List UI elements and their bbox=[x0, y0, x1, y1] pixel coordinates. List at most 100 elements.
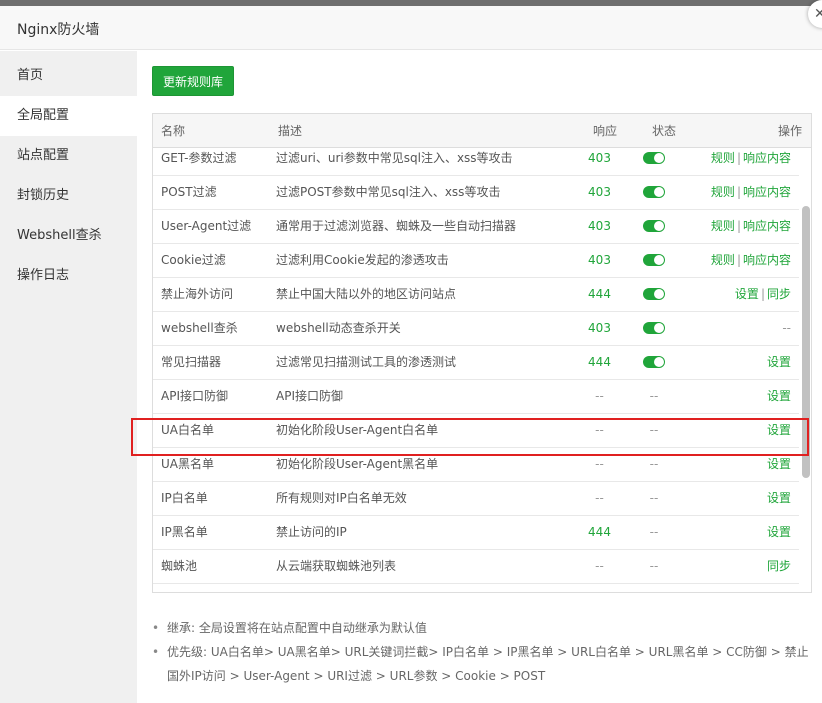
toggle-switch[interactable] bbox=[643, 288, 665, 300]
toggle-knob bbox=[654, 323, 664, 333]
toggle-switch[interactable] bbox=[643, 322, 665, 334]
status-value: -- bbox=[649, 559, 659, 573]
row-actions: -- bbox=[782, 312, 791, 345]
rule-description: 过滤常见扫描测试工具的渗透测试 bbox=[276, 355, 457, 369]
rule-description: 通常用于过滤浏览器、蜘蛛及一些自动扫描器 bbox=[276, 219, 517, 233]
no-action: -- bbox=[782, 321, 791, 335]
status-toggle[interactable] bbox=[643, 176, 665, 209]
scrollbar-track[interactable] bbox=[801, 148, 811, 592]
row-actions: 设置 bbox=[767, 482, 791, 515]
action-link[interactable]: 规则 bbox=[711, 151, 735, 165]
response-code: 403 bbox=[588, 185, 611, 199]
rule-description: 初始化阶段User-Agent白名单 bbox=[276, 423, 439, 437]
response-code: 444 bbox=[588, 287, 611, 301]
sidebar-item-5[interactable]: 操作日志 bbox=[0, 256, 137, 296]
toggle-switch[interactable] bbox=[643, 254, 665, 266]
response-code: 444 bbox=[588, 355, 611, 369]
action-link[interactable]: 同步 bbox=[767, 287, 791, 301]
table-row: API接口防御 API接口防御 -- -- 设置 bbox=[153, 380, 799, 414]
table-body: GET-参数过滤 过滤uri、uri参数中常见sql注入、xss等攻击 403 规则 |… bbox=[153, 148, 799, 592]
action-link[interactable]: 设置 bbox=[767, 491, 791, 505]
status-value: -- bbox=[649, 389, 659, 403]
toggle-switch[interactable] bbox=[643, 152, 665, 164]
action-link[interactable]: 规则 bbox=[711, 219, 735, 233]
row-actions: 设置 bbox=[767, 516, 791, 549]
rule-description: 初始化阶段User-Agent黑名单 bbox=[276, 457, 439, 471]
row-actions: 规则 | 响应内容 bbox=[711, 244, 791, 277]
table-row: User-Agent过滤 通常用于过滤浏览器、蜘蛛及一些自动扫描器 403 规则 | 响应… bbox=[153, 210, 799, 244]
response-code: 403 bbox=[588, 151, 611, 165]
toggle-switch[interactable] bbox=[643, 186, 665, 198]
update-rules-button[interactable]: 更新规则库 bbox=[152, 66, 234, 96]
status-value: -- bbox=[649, 525, 659, 539]
rule-description: 从云端获取蜘蛛池列表 bbox=[276, 559, 397, 573]
rule-name: 常见扫描器 bbox=[161, 355, 222, 369]
action-link[interactable]: 响应内容 bbox=[743, 151, 791, 165]
toggle-knob bbox=[654, 357, 664, 367]
toggle-switch[interactable] bbox=[643, 356, 665, 368]
rule-description: 禁止访问的IP bbox=[276, 525, 347, 539]
action-link[interactable]: 设置 bbox=[735, 287, 759, 301]
toggle-knob bbox=[654, 289, 664, 299]
action-link[interactable]: 响应内容 bbox=[743, 219, 791, 233]
rule-name: GET-参数过滤 bbox=[161, 151, 237, 165]
row-actions: 设置 | 同步 bbox=[735, 278, 791, 311]
scrollbar-thumb[interactable] bbox=[802, 206, 810, 478]
row-actions: 规则 | 响应内容 bbox=[711, 210, 791, 243]
rules-table: 名称 描述 响应 状态 操作 GET-参数过滤 过滤uri、uri参数中常见sql… bbox=[152, 113, 812, 593]
row-actions: 设置 bbox=[767, 414, 791, 447]
sidebar-item-3[interactable]: 封锁历史 bbox=[0, 176, 137, 216]
status-toggle[interactable] bbox=[643, 210, 665, 243]
header-actions: 操作 bbox=[778, 124, 803, 138]
sidebar-item-0[interactable]: 首页 bbox=[0, 56, 137, 96]
header-description: 描述 bbox=[278, 124, 303, 138]
rule-name: POST过滤 bbox=[161, 185, 217, 199]
sidebar-item-2[interactable]: 站点配置 bbox=[0, 136, 137, 176]
rule-description: 过滤uri、uri参数中常见sql注入、xss等攻击 bbox=[276, 151, 513, 165]
action-link[interactable]: 设置 bbox=[767, 389, 791, 403]
action-separator: | bbox=[736, 219, 741, 233]
table-row: POST过滤 过滤POST参数中常见sql注入、xss等攻击 403 规则 | 响应内容 bbox=[153, 176, 799, 210]
toggle-knob bbox=[654, 221, 664, 231]
table-row: UA黑名单 初始化阶段User-Agent黑名单 -- -- 设置 bbox=[153, 448, 799, 482]
action-link[interactable]: 设置 bbox=[767, 457, 791, 471]
toggle-switch[interactable] bbox=[643, 220, 665, 232]
table-row: 蜘蛛池 从云端获取蜘蛛池列表 -- -- 同步 bbox=[153, 550, 799, 584]
status-toggle[interactable] bbox=[643, 148, 665, 175]
rule-description: 过滤利用Cookie发起的渗透攻击 bbox=[276, 253, 449, 267]
action-link[interactable]: 设置 bbox=[767, 525, 791, 539]
action-link[interactable]: 设置 bbox=[767, 423, 791, 437]
firewall-window: Nginx防火墙 ✕ 首页 全局配置 站点配置 封锁历史 Webshell查杀 操作日志 … bbox=[0, 0, 822, 703]
response-code: -- bbox=[595, 559, 604, 573]
response-code: -- bbox=[595, 491, 604, 505]
sidebar-item-4[interactable]: Webshell查杀 bbox=[0, 216, 137, 256]
header-response: 响应 bbox=[593, 124, 618, 138]
status-toggle[interactable] bbox=[643, 346, 665, 379]
sidebar-item-1[interactable]: 全局配置 bbox=[0, 96, 137, 136]
action-link[interactable]: 响应内容 bbox=[743, 253, 791, 267]
status-value: -- bbox=[649, 457, 659, 471]
action-link[interactable]: 同步 bbox=[767, 559, 791, 573]
rule-description: webshell动态查杀开关 bbox=[276, 321, 401, 335]
status-toggle[interactable] bbox=[643, 244, 665, 277]
table-row: webshell查杀 webshell动态查杀开关 403 -- bbox=[153, 312, 799, 346]
table-row: 常见扫描器 过滤常见扫描测试工具的渗透测试 444 设置 bbox=[153, 346, 799, 380]
row-actions: 规则 | 响应内容 bbox=[711, 176, 791, 209]
row-actions: 设置 bbox=[767, 346, 791, 379]
response-code: -- bbox=[595, 423, 604, 437]
header-name: 名称 bbox=[161, 124, 186, 138]
row-actions: 设置 bbox=[767, 448, 791, 481]
note-priority: 优先级: UA白名单> UA黑名单> URL关键词拦截> IP白名单 > IP黑… bbox=[152, 640, 812, 688]
status-toggle[interactable] bbox=[643, 278, 665, 311]
notes-list: 继承: 全局设置将在站点配置中自动继承为默认值 优先级: UA白名单> UA黑名… bbox=[152, 616, 812, 688]
table-row: UA白名单 初始化阶段User-Agent白名单 -- -- 设置 bbox=[153, 414, 799, 448]
action-link[interactable]: 设置 bbox=[767, 355, 791, 369]
note-inherit: 继承: 全局设置将在站点配置中自动继承为默认值 bbox=[152, 616, 812, 640]
action-link[interactable]: 规则 bbox=[711, 185, 735, 199]
action-link[interactable]: 响应内容 bbox=[743, 185, 791, 199]
rule-name: webshell查杀 bbox=[161, 321, 238, 335]
status-toggle[interactable] bbox=[643, 312, 665, 345]
action-link[interactable]: 规则 bbox=[711, 253, 735, 267]
table-row: IP白名单 所有规则对IP白名单无效 -- -- 设置 bbox=[153, 482, 799, 516]
rule-name: Cookie过滤 bbox=[161, 253, 226, 267]
